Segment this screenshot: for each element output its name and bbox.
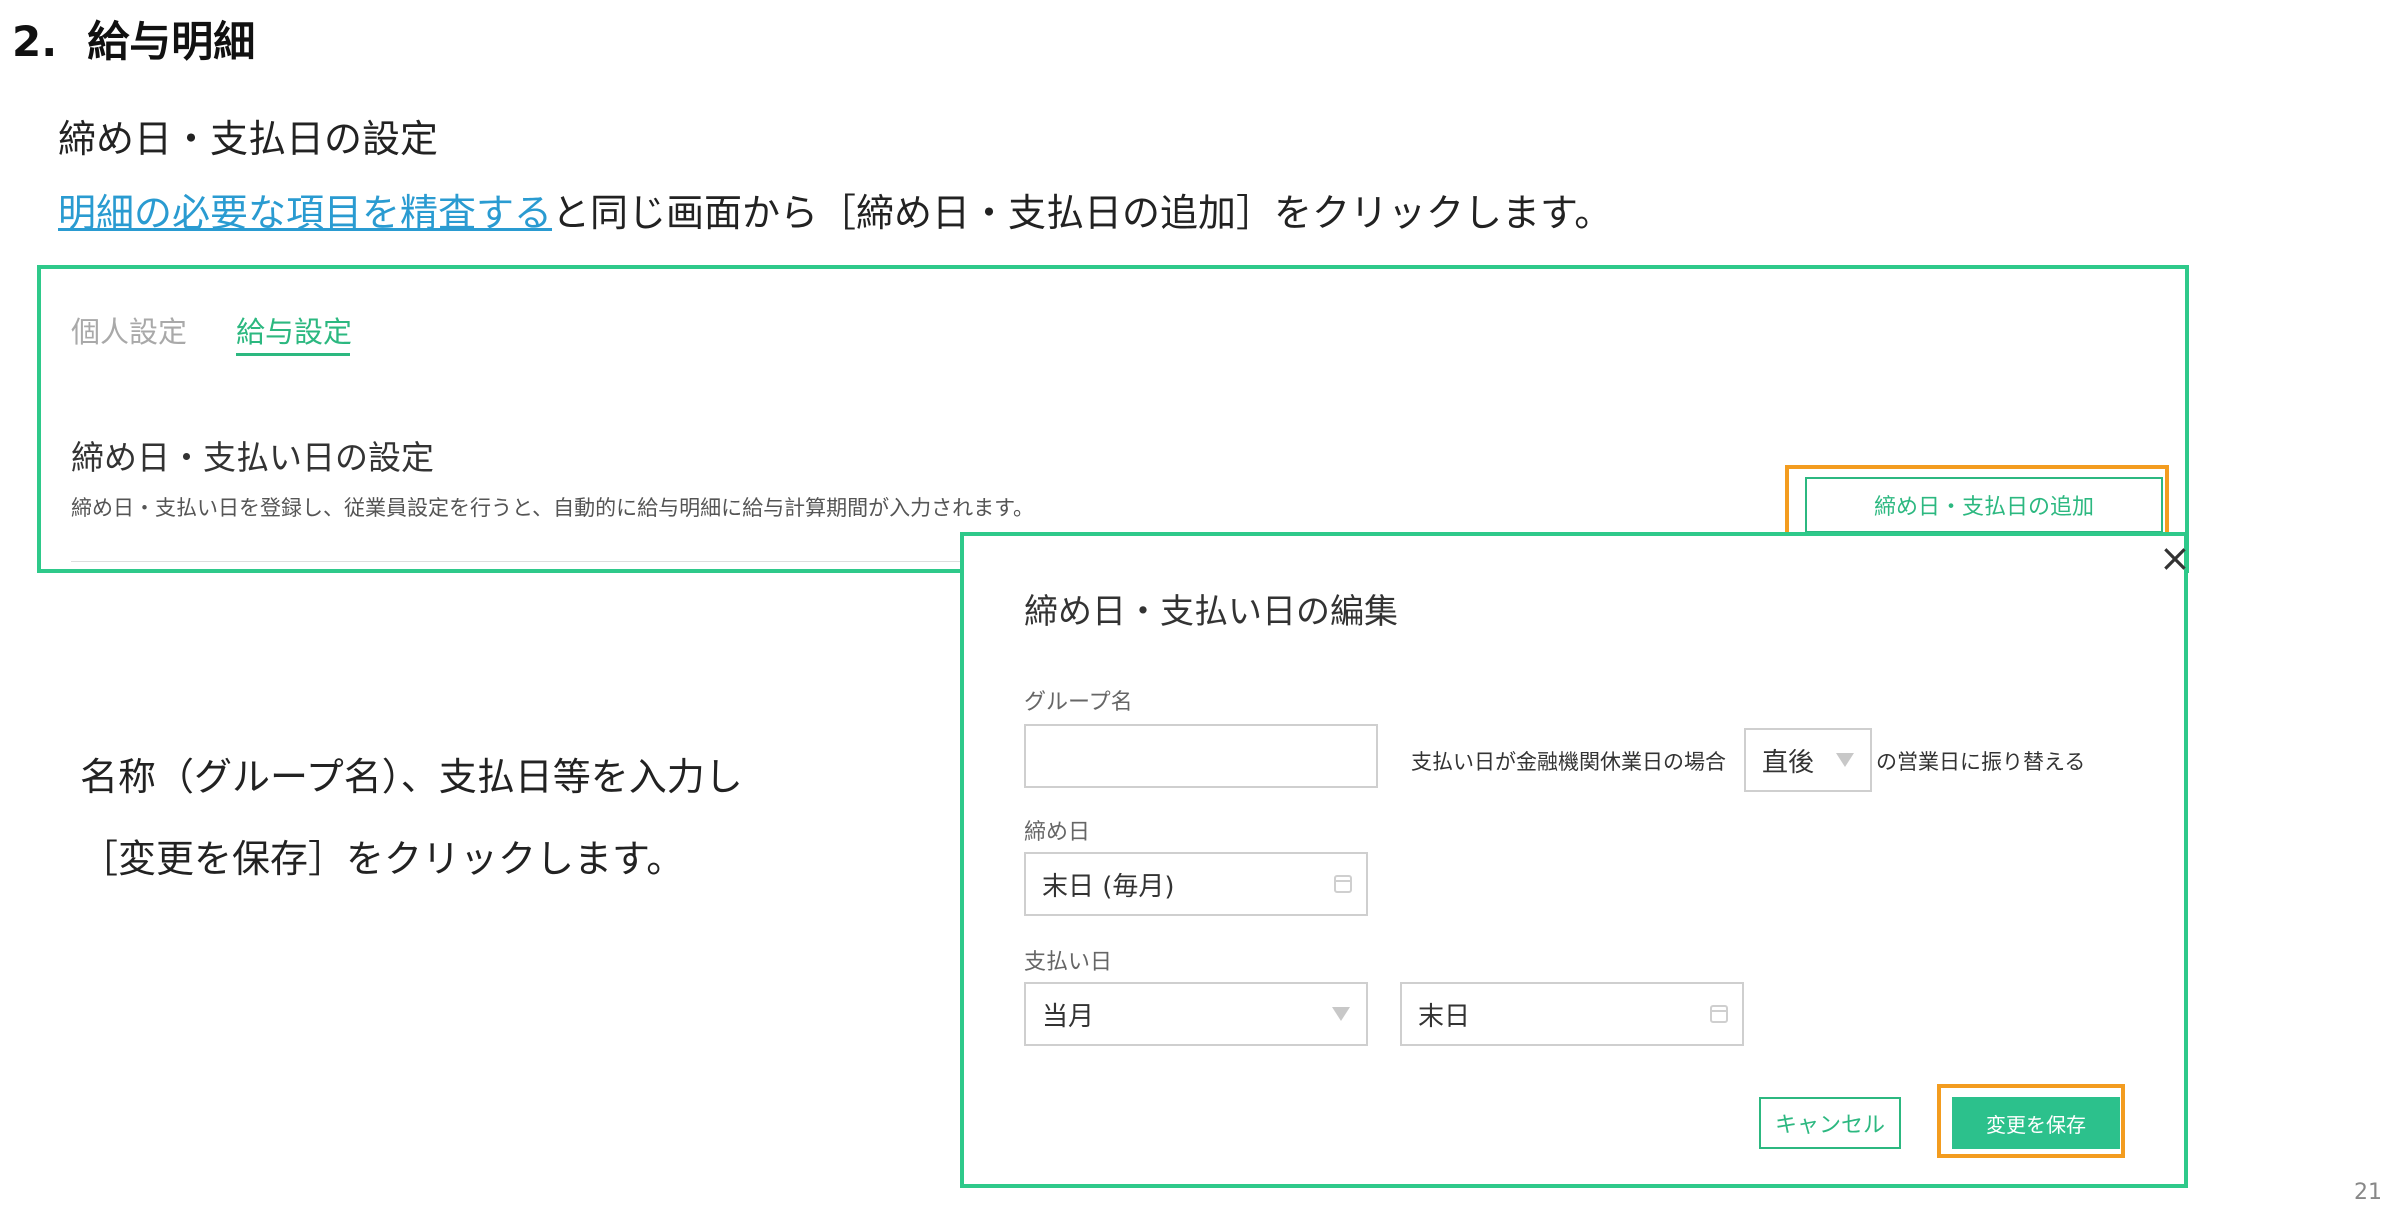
section-number: 2.: [12, 17, 58, 66]
section-title: 締め日・支払い日の設定: [71, 438, 434, 477]
closing-day-field[interactable]: 末日 (毎月): [1024, 852, 1368, 916]
tab-salary-settings[interactable]: 給与設定: [236, 309, 352, 351]
chevron-down-icon: [1332, 1007, 1350, 1021]
holiday-label: 支払い日が金融機関休業日の場合: [1411, 750, 1726, 774]
cancel-button[interactable]: キャンセル: [1759, 1097, 1901, 1149]
holiday-select[interactable]: 直後: [1744, 728, 1872, 792]
closing-day-label: 締め日: [1024, 820, 1091, 845]
payday-label: 支払い日: [1024, 950, 1113, 975]
payday-month-value: 当月: [1042, 1001, 1095, 1032]
highlight-save-button: [1937, 1084, 2125, 1158]
close-icon[interactable]: ×: [2159, 536, 2191, 580]
calendar-icon: [1710, 1005, 1728, 1023]
active-tab-indicator: [236, 353, 350, 356]
instruction-text: 明細の必要な項目を精査すると同じ画面から［締め日・支払日の追加］をクリックします…: [58, 182, 1612, 237]
section-description: 締め日・支払い日を登録し、従業員設定を行うと、自動的に給与明細に給与計算期間が入…: [71, 496, 1035, 520]
holiday-select-value: 直後: [1762, 747, 1815, 778]
holiday-suffix: の営業日に振り替える: [1876, 750, 2086, 774]
payday-day-value: 末日: [1418, 1001, 1471, 1032]
closing-day-value: 末日 (毎月): [1042, 871, 1175, 902]
tab-personal-settings[interactable]: 個人設定: [71, 309, 187, 351]
group-name-label: グループ名: [1024, 690, 1133, 715]
payday-day-field[interactable]: 末日: [1400, 982, 1744, 1046]
modal-title: 締め日・支払い日の編集: [1024, 592, 1398, 632]
side-note-line2: ［変更を保存］をクリックします。: [80, 837, 685, 881]
calendar-icon: [1334, 875, 1352, 893]
side-note-line1: 名称（グループ名）、支払日等を入力し: [80, 755, 743, 799]
payday-month-select[interactable]: 当月: [1024, 982, 1368, 1046]
section-title: 給与明細: [87, 17, 256, 66]
reference-link[interactable]: 明細の必要な項目を精査する: [58, 191, 552, 235]
instruction-rest: と同じ画面から［締め日・支払日の追加］をクリックします。: [552, 191, 1613, 235]
subheading: 締め日・支払日の設定: [58, 117, 439, 161]
page-number: 21: [2354, 1180, 2382, 1205]
chevron-down-icon: [1836, 753, 1854, 767]
group-name-input[interactable]: [1024, 724, 1378, 788]
section-heading: 2. 給与明細: [12, 8, 255, 69]
